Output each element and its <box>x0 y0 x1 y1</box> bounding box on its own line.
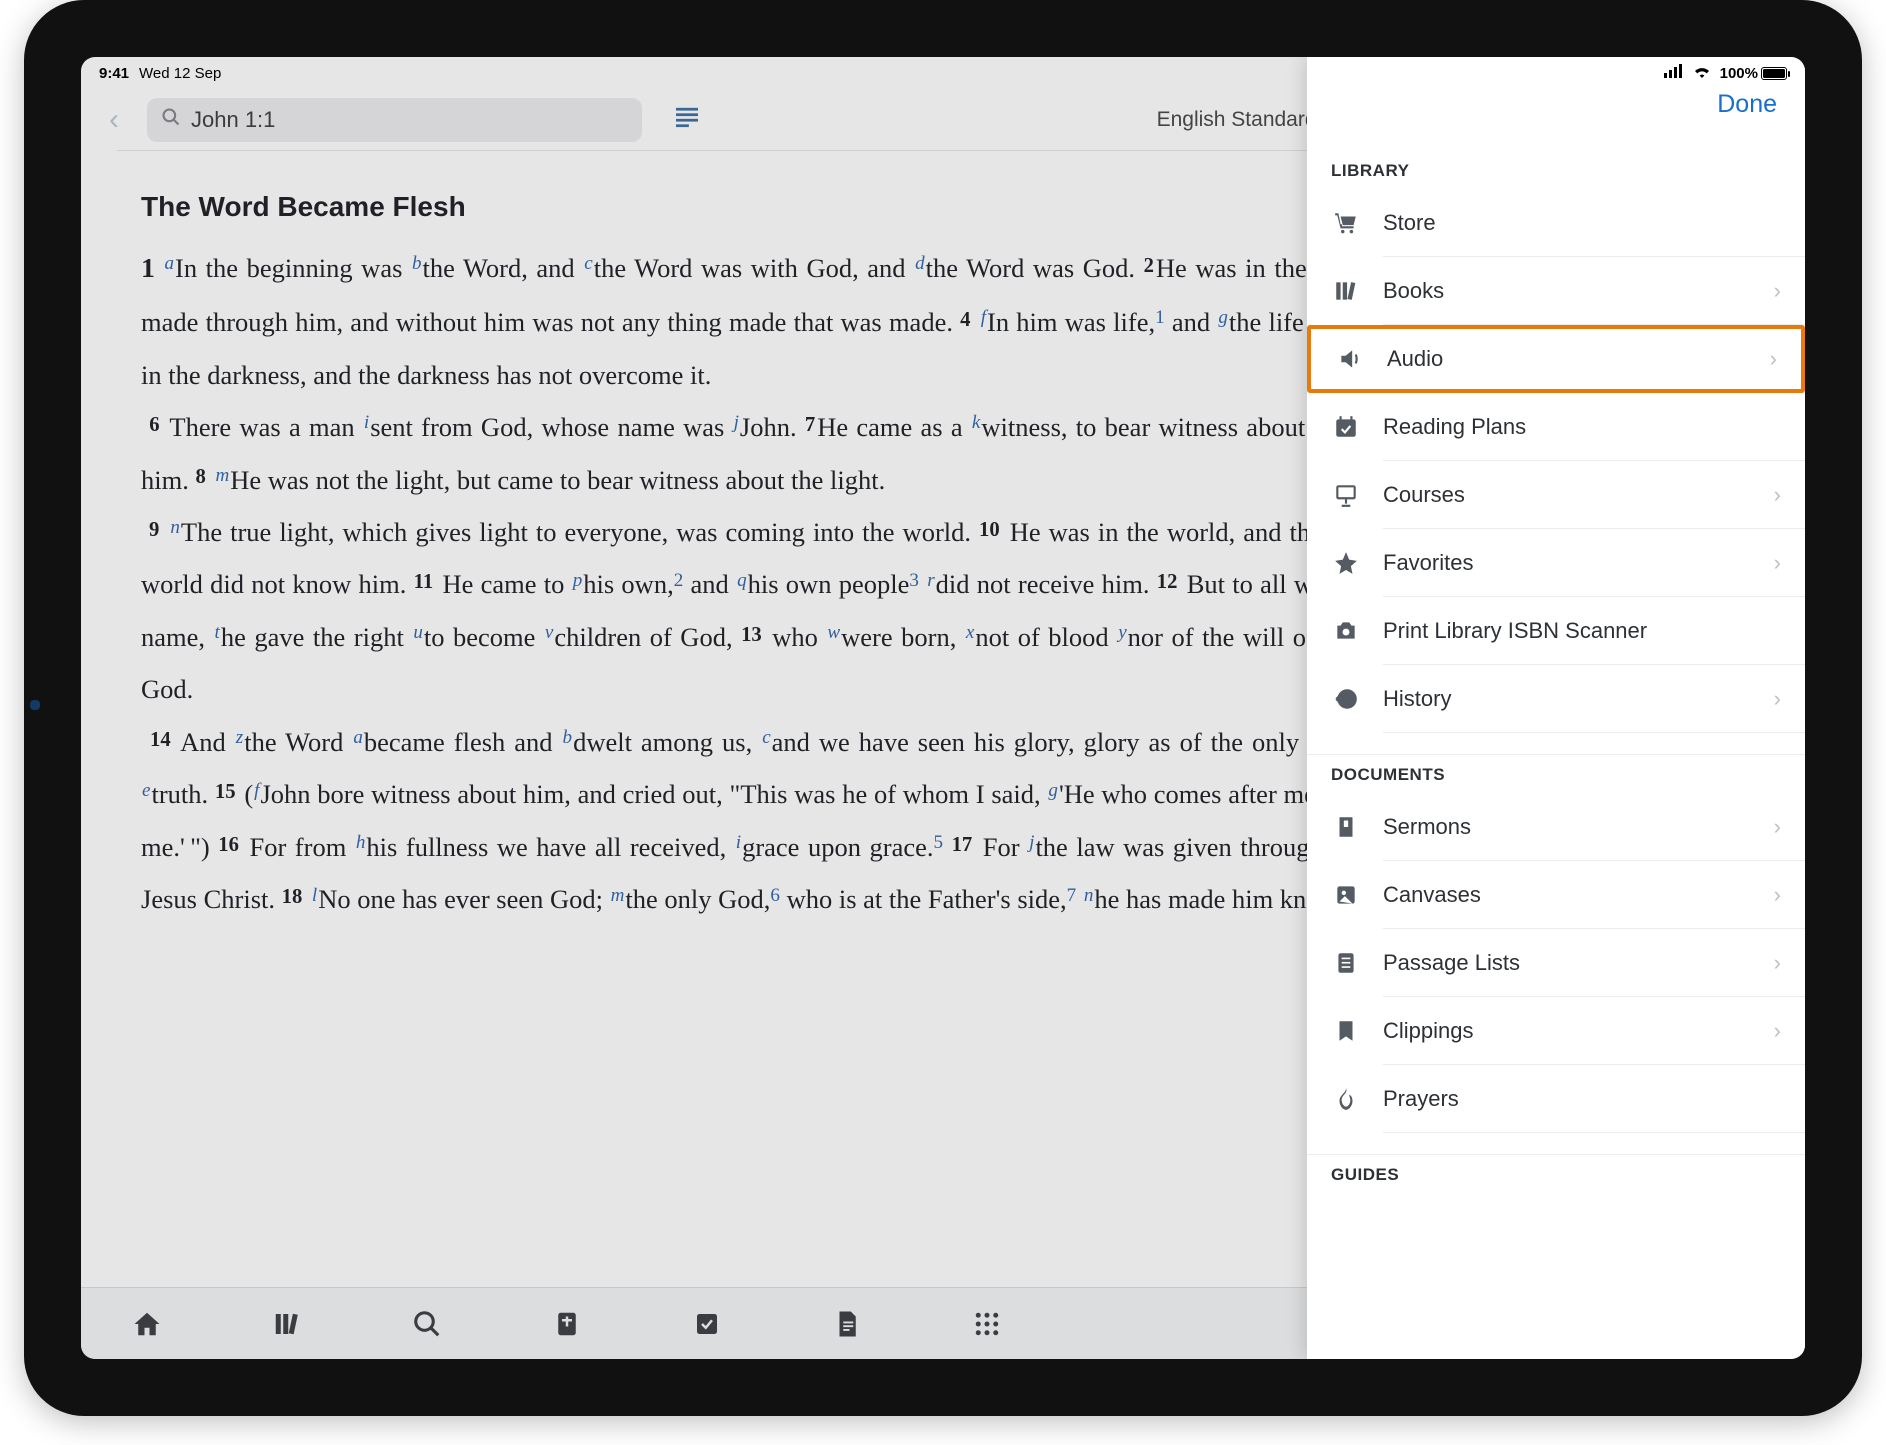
menu-courses[interactable]: Courses › <box>1307 461 1805 529</box>
flame-icon <box>1331 1086 1361 1112</box>
menu-label: Passage Lists <box>1383 950 1752 976</box>
ipad-frame: 9:41 Wed 12 Sep 100% <box>24 0 1862 1416</box>
plans-tab-icon[interactable] <box>687 1304 727 1344</box>
menu-isbn-scanner[interactable]: Print Library ISBN Scanner <box>1307 597 1805 665</box>
bookmark-icon <box>1331 1018 1361 1044</box>
back-button[interactable]: ‹ <box>97 103 131 137</box>
battery-indicator: 100% <box>1720 65 1787 82</box>
menu-audio[interactable]: Audio › <box>1307 325 1805 393</box>
menu-label: Store <box>1383 210 1781 236</box>
chevron-right-icon: › <box>1770 346 1777 372</box>
search-tab-icon[interactable] <box>407 1304 447 1344</box>
home-icon[interactable] <box>127 1304 167 1344</box>
wifi-icon <box>1692 64 1712 82</box>
sermon-icon <box>1331 814 1361 840</box>
history-icon <box>1331 686 1361 712</box>
section-guides-title: GUIDES <box>1307 1155 1805 1193</box>
chevron-right-icon: › <box>1774 882 1781 908</box>
chevron-right-icon: › <box>1774 550 1781 576</box>
section-library-title: LIBRARY <box>1307 151 1805 189</box>
status-date: Wed 12 Sep <box>139 65 221 82</box>
menu-clippings[interactable]: Clippings › <box>1307 997 1805 1065</box>
paragraph-view-icon[interactable] <box>676 106 716 134</box>
passage-list-icon <box>1331 950 1361 976</box>
menu-reading-plans[interactable]: Reading Plans <box>1307 393 1805 461</box>
canvas-icon <box>1331 882 1361 908</box>
done-button[interactable]: Done <box>1717 90 1777 119</box>
library-icon[interactable] <box>267 1304 307 1344</box>
signal-icon <box>1664 64 1684 82</box>
section-documents-title: DOCUMENTS <box>1307 755 1805 793</box>
grid-tab-icon[interactable] <box>967 1304 1007 1344</box>
menu-sermons[interactable]: Sermons › <box>1307 793 1805 861</box>
battery-percent: 100% <box>1720 65 1758 82</box>
calendar-check-icon <box>1331 414 1361 440</box>
status-bar: 9:41 Wed 12 Sep 100% <box>81 57 1805 89</box>
chevron-right-icon: › <box>1774 814 1781 840</box>
menu-label: Print Library ISBN Scanner <box>1383 618 1781 644</box>
chevron-right-icon: › <box>1774 482 1781 508</box>
sidebar-panel: Done LIBRARY Store Books › Audi <box>1307 57 1805 1359</box>
menu-label: Reading Plans <box>1383 414 1781 440</box>
search-input[interactable] <box>191 107 628 133</box>
search-box[interactable] <box>147 98 642 142</box>
docs-tab-icon[interactable] <box>827 1304 867 1344</box>
chevron-right-icon: › <box>1774 1018 1781 1044</box>
search-icon <box>161 107 181 133</box>
screen: 9:41 Wed 12 Sep 100% <box>81 57 1805 1359</box>
chevron-right-icon: › <box>1774 278 1781 304</box>
menu-canvases[interactable]: Canvases › <box>1307 861 1805 929</box>
menu-favorites[interactable]: Favorites › <box>1307 529 1805 597</box>
menu-label: Sermons <box>1383 814 1752 840</box>
hardware-indicator <box>30 700 40 710</box>
menu-passage-lists[interactable]: Passage Lists › <box>1307 929 1805 997</box>
menu-label: History <box>1383 686 1752 712</box>
menu-store[interactable]: Store <box>1307 189 1805 257</box>
presentation-icon <box>1331 482 1361 508</box>
menu-history[interactable]: History › <box>1307 665 1805 733</box>
chevron-right-icon: › <box>1774 950 1781 976</box>
menu-label: Favorites <box>1383 550 1752 576</box>
status-time: 9:41 <box>99 65 129 82</box>
menu-books[interactable]: Books › <box>1307 257 1805 325</box>
menu-label: Canvases <box>1383 882 1752 908</box>
bible-tab-icon[interactable] <box>547 1304 587 1344</box>
camera-icon <box>1331 618 1361 644</box>
menu-label: Courses <box>1383 482 1752 508</box>
menu-label: Clippings <box>1383 1018 1752 1044</box>
books-icon <box>1331 278 1361 304</box>
chevron-right-icon: › <box>1774 686 1781 712</box>
menu-label: Books <box>1383 278 1752 304</box>
menu-prayers[interactable]: Prayers <box>1307 1065 1805 1133</box>
menu-label: Audio <box>1387 346 1748 372</box>
cart-icon <box>1331 210 1361 236</box>
star-icon <box>1331 550 1361 576</box>
audio-icon <box>1335 346 1365 372</box>
menu-label: Prayers <box>1383 1086 1781 1112</box>
